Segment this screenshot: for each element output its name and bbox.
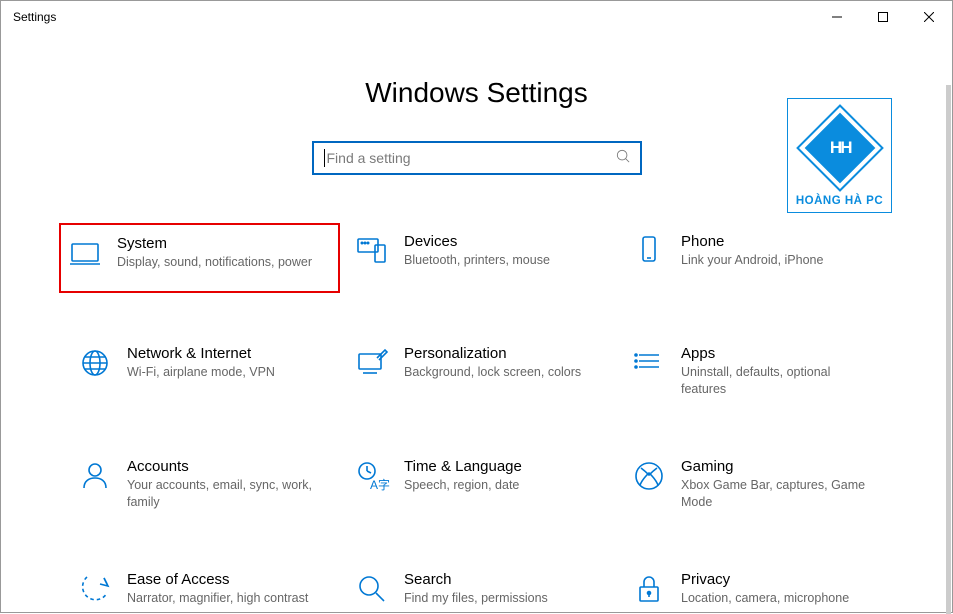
tile-title: Devices <box>404 233 595 250</box>
window-controls <box>814 1 952 33</box>
search-box[interactable] <box>312 141 642 175</box>
tile-desc: Speech, region, date <box>404 477 595 494</box>
brush-icon <box>354 345 390 381</box>
tile-title: Gaming <box>681 458 872 475</box>
tile-title: Search <box>404 571 595 588</box>
content-area: Windows Settings HH HOÀNG HÀ PC System D… <box>1 33 952 614</box>
tile-desc: Bluetooth, printers, mouse <box>404 252 595 269</box>
tile-search[interactable]: Search Find my files, permissions <box>348 563 605 613</box>
tile-title: Ease of Access <box>127 571 318 588</box>
lock-icon <box>631 571 667 607</box>
system-icon <box>67 235 103 271</box>
brand-logo: HH HOÀNG HÀ PC <box>787 98 892 213</box>
tile-desc: Background, lock screen, colors <box>404 364 595 381</box>
logo-label: HOÀNG HÀ PC <box>796 195 883 207</box>
tile-desc: Xbox Game Bar, captures, Game Mode <box>681 477 872 511</box>
tile-title: Privacy <box>681 571 872 588</box>
phone-icon <box>631 233 667 269</box>
tile-desc: Uninstall, defaults, optional features <box>681 364 872 398</box>
logo-mark: HH <box>829 138 850 158</box>
titlebar: Settings <box>1 1 952 33</box>
tile-title: Phone <box>681 233 872 250</box>
svg-text:A字: A字 <box>370 477 390 492</box>
apps-icon <box>631 345 667 381</box>
globe-icon <box>77 345 113 381</box>
tile-time[interactable]: A字 Time & Language Speech, region, date <box>348 450 605 517</box>
tile-phone[interactable]: Phone Link your Android, iPhone <box>625 225 882 291</box>
tile-desc: Link your Android, iPhone <box>681 252 872 269</box>
tile-ease-of-access[interactable]: Ease of Access Narrator, magnifier, high… <box>71 563 328 613</box>
ease-of-access-icon <box>77 571 113 607</box>
tile-title: Personalization <box>404 345 595 362</box>
tile-title: System <box>117 235 328 252</box>
tile-system[interactable]: System Display, sound, notifications, po… <box>59 223 340 293</box>
tile-title: Network & Internet <box>127 345 318 362</box>
minimize-button[interactable] <box>814 1 860 33</box>
tile-apps[interactable]: Apps Uninstall, defaults, optional featu… <box>625 337 882 404</box>
logo-diamond-icon: HH <box>797 105 883 191</box>
tile-devices[interactable]: Devices Bluetooth, printers, mouse <box>348 225 605 291</box>
tile-desc: Wi-Fi, airplane mode, VPN <box>127 364 318 381</box>
tile-privacy[interactable]: Privacy Location, camera, microphone <box>625 563 882 613</box>
window-title: Settings <box>13 10 56 24</box>
tile-title: Time & Language <box>404 458 595 475</box>
tile-desc: Location, camera, microphone <box>681 590 872 607</box>
person-icon <box>77 458 113 494</box>
tile-desc: Find my files, permissions <box>404 590 595 607</box>
close-button[interactable] <box>906 1 952 33</box>
maximize-button[interactable] <box>860 1 906 33</box>
tile-desc: Your accounts, email, sync, work, family <box>127 477 318 511</box>
tile-accounts[interactable]: Accounts Your accounts, email, sync, wor… <box>71 450 328 517</box>
tile-desc: Narrator, magnifier, high contrast <box>127 590 318 607</box>
tile-personalization[interactable]: Personalization Background, lock screen,… <box>348 337 605 404</box>
magnifier-icon <box>354 571 390 607</box>
tile-network[interactable]: Network & Internet Wi-Fi, airplane mode,… <box>71 337 328 404</box>
page-header: Windows Settings HH HOÀNG HÀ PC <box>1 33 952 109</box>
tile-title: Accounts <box>127 458 318 475</box>
tile-title: Apps <box>681 345 872 362</box>
xbox-icon <box>631 458 667 494</box>
tile-desc: Display, sound, notifications, power <box>117 254 328 271</box>
search-input[interactable] <box>325 150 616 166</box>
settings-grid: System Display, sound, notifications, po… <box>1 225 952 613</box>
scrollbar[interactable] <box>946 85 951 614</box>
search-icon <box>616 149 630 168</box>
tile-gaming[interactable]: Gaming Xbox Game Bar, captures, Game Mod… <box>625 450 882 517</box>
devices-icon <box>354 233 390 269</box>
time-language-icon: A字 <box>354 458 390 494</box>
